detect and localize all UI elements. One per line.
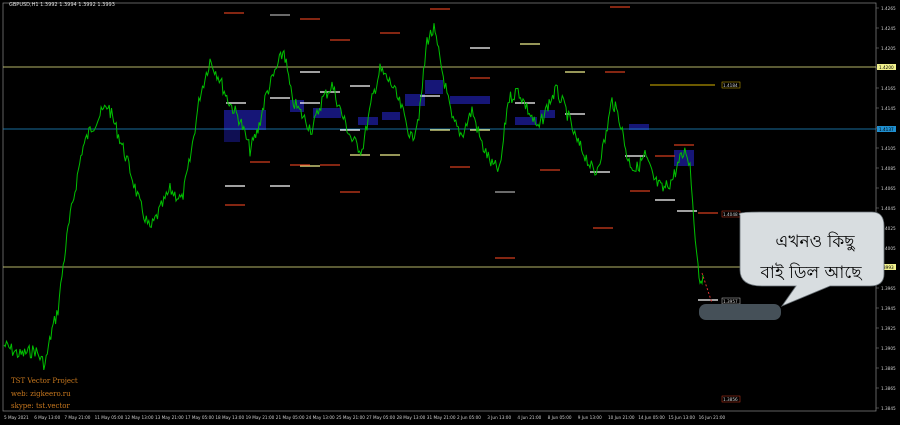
price-chart[interactable]: 1.42651.42451.42051.41851.41651.41451.41… [0, 0, 900, 425]
time-axis-label: 15 Jun 13:00 [668, 415, 695, 420]
time-axis-label: 11 May 05:00 [95, 415, 124, 420]
price-axis-label: 1.3845 [881, 406, 896, 411]
time-axis-label: 8 Jun 05:00 [548, 415, 572, 420]
price-axis-label: 1.4265 [881, 6, 896, 11]
time-axis-label: 12 May 13:00 [125, 415, 154, 420]
time-axis-label: 18 May 13:00 [215, 415, 244, 420]
time-axis-label: 9 Jun 13:00 [578, 415, 602, 420]
chart-frame [2, 2, 877, 412]
time-axis-label: 19 May 21:00 [246, 415, 275, 420]
time-axis-label: 25 May 21:00 [336, 415, 365, 420]
watermark-skype: skype: tst.vector [11, 402, 70, 410]
price-axis-label: 1.3865 [881, 386, 896, 391]
time-axis-label: 5 May 2021 [4, 415, 29, 420]
price-axis-label: 1.3905 [881, 346, 896, 351]
callout-tail-box [699, 304, 781, 320]
price-axis-label: 1.3885 [881, 366, 896, 371]
price-axis-label: 1.3945 [881, 306, 896, 311]
time-axis-label: 24 May 13:00 [306, 415, 335, 420]
price-axis-label: 1.4065 [881, 186, 896, 191]
time-axis-label: 27 May 05:00 [366, 415, 395, 420]
time-axis-label: 31 May 21:00 [427, 415, 456, 420]
tag-3856: 1.3856 [723, 397, 738, 402]
price-series [3, 23, 704, 371]
time-axis-label: 6 May 13:00 [34, 415, 60, 420]
watermark-web: web: zigkeero.ru [11, 390, 71, 398]
tag-top-line: 1.4200 [879, 65, 894, 70]
price-axis-label: 1.3925 [881, 326, 896, 331]
time-axis-label: 14 Jun 05:00 [638, 415, 665, 420]
price-axis-label: 1.4245 [881, 26, 896, 31]
supply-demand-zones [224, 80, 694, 166]
callout-text-line2: বাই ডিল আছে [760, 263, 862, 283]
price-axis-label: 1.4045 [881, 206, 896, 211]
callout-bubble [738, 211, 885, 307]
callout-text-line1: এখনও কিছু [775, 232, 855, 252]
price-axis-label: 1.4205 [881, 46, 896, 51]
time-axis-label: 2 Jun 05:00 [457, 415, 481, 420]
price-axis-label: 1.4085 [881, 166, 896, 171]
time-axis-label: 17 May 05:00 [185, 415, 214, 420]
time-axis-label: 16 Jun 21:00 [699, 415, 726, 420]
time-axis-label: 4 Jun 21:00 [517, 415, 541, 420]
watermark-project: TST Vector Project [11, 377, 78, 385]
time-axis-label: 28 May 13:00 [397, 415, 426, 420]
time-axis-label: 7 May 21:00 [64, 415, 90, 420]
time-axis-label: 21 May 05:00 [276, 415, 305, 420]
time-axis-label: 13 May 21:00 [155, 415, 184, 420]
price-axis-label: 1.4165 [881, 86, 896, 91]
projection-arrow [701, 272, 713, 304]
time-axis-label: 3 Jun 13:00 [487, 415, 511, 420]
symbol-info: GBPUSD,H1 1.3992 1.3994 1.3992 1.3993 [9, 2, 115, 8]
tag-4184: 1.4184 [723, 83, 738, 88]
time-axis: 5 May 2021 6 May 13:00 7 May 21:00 11 May 0… [4, 415, 726, 420]
tag-blue-line: 1.4137 [879, 127, 894, 132]
time-axis-label: 10 Jun 21:00 [608, 415, 635, 420]
price-axis-label: 1.4145 [881, 106, 896, 111]
price-axis-label: 1.4105 [881, 146, 896, 151]
tag-4048: 1.4048 [723, 212, 738, 217]
price-axis-label: 1.3965 [881, 286, 896, 291]
